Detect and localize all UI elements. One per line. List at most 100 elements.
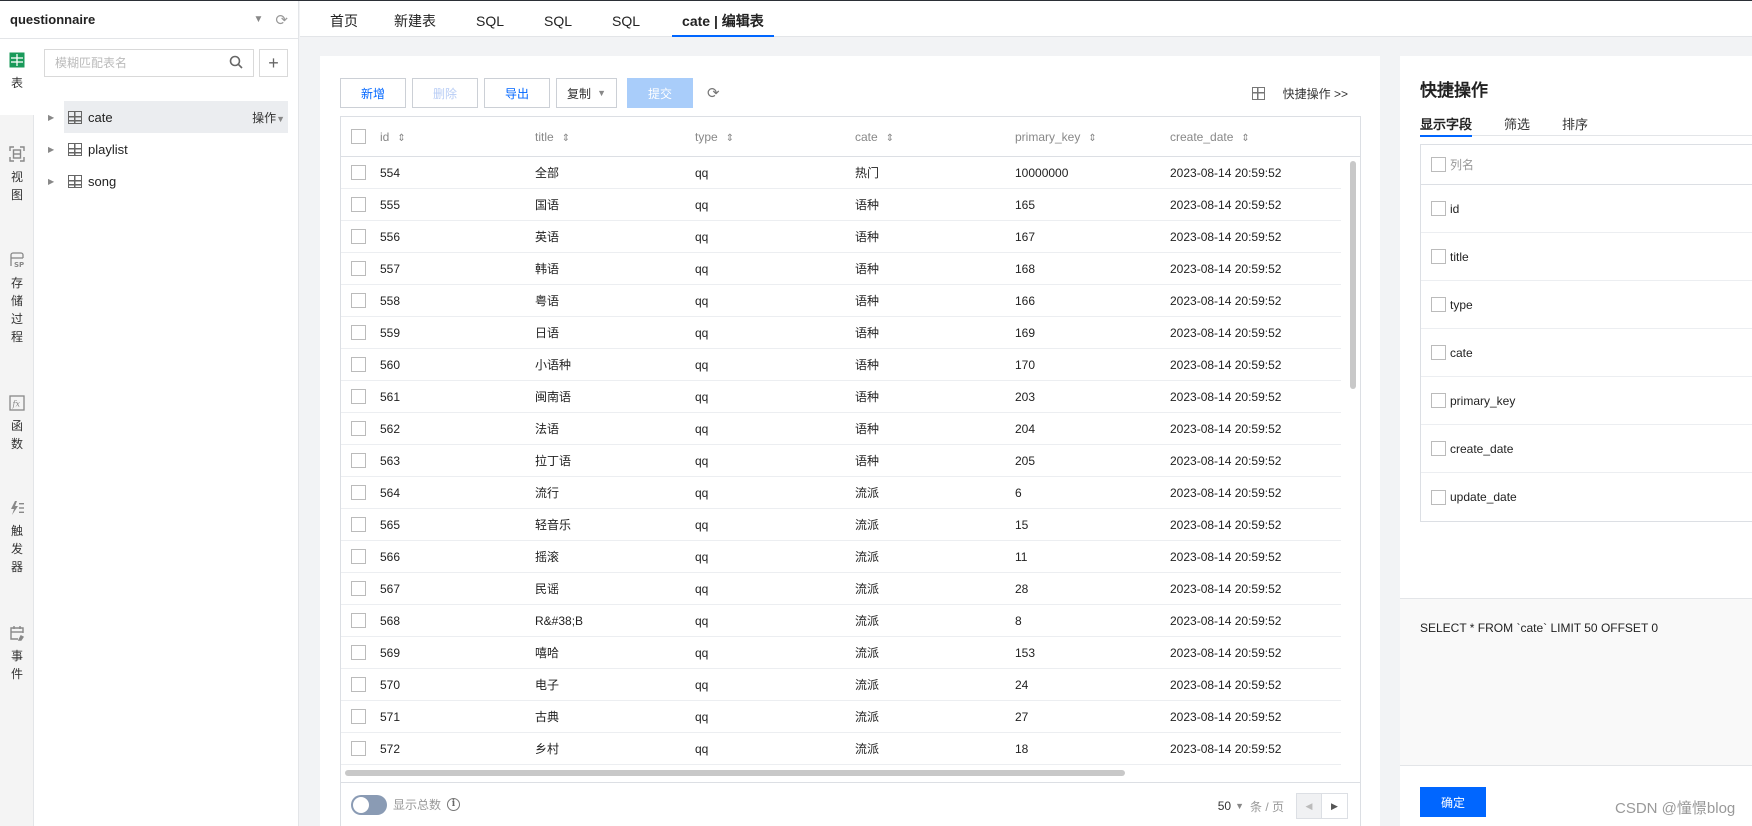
cell-cate[interactable]: 语种 <box>855 356 1015 373</box>
column-header-create-date[interactable]: create_date ⇕ <box>1170 130 1340 144</box>
table-row[interactable]: 564 流行 qq 流派 6 2023-08-14 20:59:52 <box>341 477 1341 509</box>
cell-title[interactable]: 乡村 <box>535 740 695 757</box>
cell-title[interactable]: 嘻哈 <box>535 644 695 661</box>
cell-primary-key[interactable]: 167 <box>1015 230 1170 244</box>
cell-title[interactable]: 闽南语 <box>535 388 695 405</box>
submit-button[interactable]: 提交 <box>626 78 693 108</box>
expand-arrow-icon[interactable]: ▶ <box>48 145 58 154</box>
cell-id[interactable]: 570 <box>380 678 535 692</box>
search-icon[interactable] <box>229 55 243 72</box>
table-row[interactable]: 560 小语种 qq 语种 170 2023-08-14 20:59:52 <box>341 349 1341 381</box>
cell-type[interactable]: qq <box>695 486 855 500</box>
tab-sort[interactable]: 排序 <box>1562 114 1588 136</box>
cell-create-date[interactable]: 2023-08-14 20:59:52 <box>1170 454 1340 468</box>
field-checkbox[interactable] <box>1431 441 1446 456</box>
cell-title[interactable]: 拉丁语 <box>535 452 695 469</box>
chevron-down-icon[interactable]: ▼ <box>1235 801 1244 811</box>
cell-create-date[interactable]: 2023-08-14 20:59:52 <box>1170 262 1340 276</box>
cell-type[interactable]: qq <box>695 646 855 660</box>
tab-display-fields[interactable]: 显示字段 <box>1420 114 1473 137</box>
quick-ops-label[interactable]: 快捷操作 >> <box>1283 85 1348 102</box>
cell-title[interactable]: 粤语 <box>535 292 695 309</box>
field-checkbox[interactable] <box>1431 297 1446 312</box>
field-item[interactable]: type <box>1421 281 1752 329</box>
cell-type[interactable]: qq <box>695 390 855 404</box>
cell-cate[interactable]: 语种 <box>855 228 1015 245</box>
table-row[interactable]: 571 古典 qq 流派 27 2023-08-14 20:59:52 <box>341 701 1341 733</box>
cell-id[interactable]: 558 <box>380 294 535 308</box>
cell-primary-key[interactable]: 27 <box>1015 710 1170 724</box>
cell-title[interactable]: 法语 <box>535 420 695 437</box>
cell-title[interactable]: R&#38;B <box>535 614 695 628</box>
table-row[interactable]: 562 法语 qq 语种 204 2023-08-14 20:59:52 <box>341 413 1341 445</box>
row-checkbox[interactable] <box>351 741 366 756</box>
cell-primary-key[interactable]: 28 <box>1015 582 1170 596</box>
cell-id[interactable]: 571 <box>380 710 535 724</box>
cell-id[interactable]: 563 <box>380 454 535 468</box>
database-selector[interactable]: questionnaire ▼ ⟳ <box>0 1 298 39</box>
table-row[interactable]: 565 轻音乐 qq 流派 15 2023-08-14 20:59:52 <box>341 509 1341 541</box>
cell-title[interactable]: 日语 <box>535 324 695 341</box>
layout-grid-icon[interactable] <box>1251 86 1265 100</box>
cell-create-date[interactable]: 2023-08-14 20:59:52 <box>1170 678 1340 692</box>
rail-item-tables[interactable]: 表 <box>0 52 34 92</box>
cell-primary-key[interactable]: 15 <box>1015 518 1170 532</box>
cell-cate[interactable]: 流派 <box>855 644 1015 661</box>
cell-create-date[interactable]: 2023-08-14 20:59:52 <box>1170 326 1340 340</box>
row-checkbox[interactable] <box>351 325 366 340</box>
add-table-button[interactable]: + <box>259 49 288 77</box>
cell-type[interactable]: qq <box>695 166 855 180</box>
cell-title[interactable]: 英语 <box>535 228 695 245</box>
cell-primary-key[interactable]: 11 <box>1015 550 1170 564</box>
table-operations-dropdown[interactable]: 操作▼ <box>252 109 285 126</box>
table-row[interactable]: 568 R&#38;B qq 流派 8 2023-08-14 20:59:52 <box>341 605 1341 637</box>
cell-primary-key[interactable]: 18 <box>1015 742 1170 756</box>
cell-id[interactable]: 569 <box>380 646 535 660</box>
tab-sql[interactable]: SQL <box>476 1 504 37</box>
select-all-checkbox[interactable] <box>351 129 366 144</box>
cell-cate[interactable]: 热门 <box>855 164 1015 181</box>
cell-create-date[interactable]: 2023-08-14 20:59:52 <box>1170 582 1340 596</box>
cell-cate[interactable]: 语种 <box>855 324 1015 341</box>
cell-title[interactable]: 电子 <box>535 676 695 693</box>
table-row[interactable]: 567 民谣 qq 流派 28 2023-08-14 20:59:52 <box>341 573 1341 605</box>
cell-cate[interactable]: 语种 <box>855 292 1015 309</box>
cell-type[interactable]: qq <box>695 454 855 468</box>
cell-primary-key[interactable]: 168 <box>1015 262 1170 276</box>
confirm-button[interactable]: 确定 <box>1420 787 1486 817</box>
tree-item-playlist[interactable]: ▶ playlist <box>34 133 299 165</box>
chevron-down-icon[interactable]: ▼ <box>254 14 264 25</box>
tab-sql[interactable]: SQL <box>544 1 572 37</box>
cell-create-date[interactable]: 2023-08-14 20:59:52 <box>1170 614 1340 628</box>
field-checkbox[interactable] <box>1431 345 1446 360</box>
cell-cate[interactable]: 流派 <box>855 708 1015 725</box>
field-item[interactable]: title <box>1421 233 1752 281</box>
cell-primary-key[interactable]: 169 <box>1015 326 1170 340</box>
cell-id[interactable]: 564 <box>380 486 535 500</box>
table-row[interactable]: 572 乡村 qq 流派 18 2023-08-14 20:59:52 <box>341 733 1341 765</box>
cell-create-date[interactable]: 2023-08-14 20:59:52 <box>1170 550 1340 564</box>
table-row[interactable]: 570 电子 qq 流派 24 2023-08-14 20:59:52 <box>341 669 1341 701</box>
table-row[interactable]: 561 闽南语 qq 语种 203 2023-08-14 20:59:52 <box>341 381 1341 413</box>
cell-title[interactable]: 韩语 <box>535 260 695 277</box>
cell-title[interactable]: 小语种 <box>535 356 695 373</box>
table-row[interactable]: 569 嘻哈 qq 流派 153 2023-08-14 20:59:52 <box>341 637 1341 669</box>
cell-type[interactable]: qq <box>695 422 855 436</box>
cell-id[interactable]: 560 <box>380 358 535 372</box>
table-row[interactable]: 555 国语 qq 语种 165 2023-08-14 20:59:52 <box>341 189 1341 221</box>
column-header-type[interactable]: type ⇕ <box>695 130 855 144</box>
field-checkbox[interactable] <box>1431 249 1446 264</box>
table-row[interactable]: 557 韩语 qq 语种 168 2023-08-14 20:59:52 <box>341 253 1341 285</box>
cell-type[interactable]: qq <box>695 614 855 628</box>
table-row[interactable]: 566 摇滚 qq 流派 11 2023-08-14 20:59:52 <box>341 541 1341 573</box>
cell-primary-key[interactable]: 10000000 <box>1015 166 1170 180</box>
sort-icon[interactable]: ⇕ <box>562 133 570 144</box>
row-checkbox[interactable] <box>351 677 366 692</box>
cell-cate[interactable]: 流派 <box>855 580 1015 597</box>
tab-home[interactable]: 首页 <box>330 1 358 37</box>
sort-icon[interactable]: ⇕ <box>726 133 734 144</box>
cell-cate[interactable]: 语种 <box>855 452 1015 469</box>
cell-cate[interactable]: 流派 <box>855 612 1015 629</box>
expand-arrow-icon[interactable]: ▶ <box>48 113 58 122</box>
cell-id[interactable]: 567 <box>380 582 535 596</box>
